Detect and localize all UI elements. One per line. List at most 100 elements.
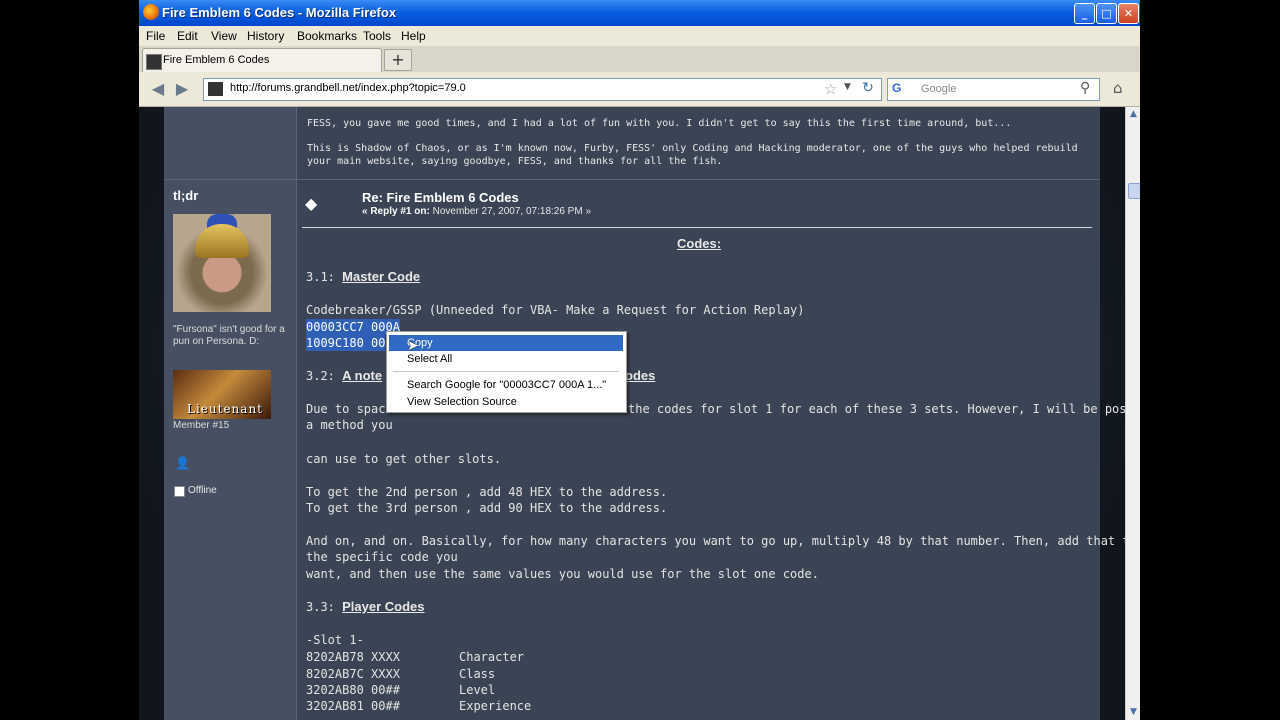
text-line: the codes for slot 1 for each of these 3…	[628, 402, 1125, 416]
menu-tools[interactable]: Tools	[363, 29, 391, 43]
code-description: Experience	[459, 699, 532, 713]
scroll-up-icon[interactable]: ▲	[1126, 107, 1140, 122]
menu-history[interactable]: History	[247, 29, 284, 43]
section-number: 3.2:	[306, 369, 335, 383]
menu-bar: File Edit View History Bookmarks Tools H…	[139, 26, 1140, 46]
reload-icon[interactable]: ↻	[858, 78, 878, 99]
context-menu: Copy Select All Search Google for "00003…	[386, 331, 627, 413]
reply-number: « Reply #1 on:	[362, 206, 430, 217]
text-line: a method you	[306, 418, 393, 432]
tab-bar: Fire Emblem 6 Codes +	[139, 46, 1140, 73]
section-title: Player Codes	[342, 599, 425, 614]
section-number: 3.1:	[306, 270, 335, 284]
vertical-scrollbar[interactable]: ▲ ▼	[1125, 107, 1140, 720]
menu-view[interactable]: View	[211, 29, 237, 43]
site-favicon-icon	[146, 54, 162, 70]
offline-status-icon	[174, 486, 185, 497]
url-dropdown-icon[interactable]: ▼	[844, 82, 851, 92]
search-placeholder: Google	[921, 83, 957, 95]
post-icon: ◆	[305, 194, 318, 213]
scroll-down-icon[interactable]: ▼	[1126, 705, 1140, 720]
navigation-toolbar: ◀ ▶ http://forums.grandbell.net/index.ph…	[139, 72, 1140, 107]
page-viewport: FESS, you gave me good times, and I had …	[139, 107, 1125, 720]
post-date: November 27, 2007, 07:18:26 PM »	[432, 206, 592, 217]
text-line: can use to get other slots.	[306, 452, 502, 466]
context-copy[interactable]: Copy	[389, 335, 623, 351]
code-description: Level	[459, 683, 496, 697]
poster-sidebar: tl;dr "Fursona" isn't good for a pun on …	[164, 180, 297, 720]
text-line: And on, and on. Basically, for how many …	[306, 534, 1125, 548]
url-bar[interactable]: http://forums.grandbell.net/index.php?to…	[203, 78, 882, 101]
member-number: Member #15	[173, 420, 230, 431]
slot-label: -Slot 1-	[306, 633, 364, 647]
mouse-cursor-icon: ➤	[407, 338, 419, 354]
previous-post: FESS, you gave me good times, and I had …	[164, 107, 1100, 180]
context-search-google[interactable]: Search Google for "00003CC7 000A 1..."	[389, 377, 623, 393]
menu-help[interactable]: Help	[401, 29, 426, 43]
section-3-3: 3.3: Player Codes	[306, 599, 425, 615]
forum-content: FESS, you gave me good times, and I had …	[164, 107, 1125, 720]
text-line: To get the 2nd person , add 48 HEX to th…	[306, 485, 668, 499]
menu-bookmarks[interactable]: Bookmarks	[297, 29, 357, 43]
maximize-button[interactable]: □	[1096, 3, 1117, 24]
code-row: 3202AB80 00## Level	[306, 682, 495, 698]
previous-post-paragraph: FESS, you gave me good times, and I had …	[307, 118, 1012, 129]
poster-motto: "Fursona" isn't good for a pun on Person…	[173, 324, 285, 347]
context-select-all[interactable]: Select All	[389, 351, 623, 367]
browser-window: Fire Emblem 6 Codes - Mozilla Firefox _ …	[139, 0, 1140, 720]
title-bar: Fire Emblem 6 Codes - Mozilla Firefox _ …	[139, 0, 1140, 26]
section-3-2: 3.2: A note	[306, 368, 382, 384]
rank-label: Lieutenant	[187, 402, 263, 416]
search-engine-icon[interactable]: G	[892, 81, 901, 95]
code-row: 8202AB78 XXXX Character	[306, 649, 524, 665]
home-icon[interactable]: ⌂	[1113, 79, 1123, 97]
text-line: Due to spac	[306, 402, 386, 416]
minimize-button[interactable]: _	[1074, 3, 1095, 24]
post-divider	[302, 227, 1092, 228]
search-icon[interactable]: ⚲	[1080, 80, 1090, 96]
code-description: Class	[459, 667, 496, 681]
poster-username[interactable]: tl;dr	[173, 188, 198, 203]
tab-fire-emblem[interactable]: Fire Emblem 6 Codes	[142, 48, 382, 73]
new-tab-button[interactable]: +	[384, 49, 412, 71]
forward-button[interactable]: ▶	[171, 78, 193, 100]
site-identity-icon[interactable]	[208, 82, 223, 96]
firefox-icon	[143, 4, 159, 20]
back-button[interactable]: ◀	[147, 78, 169, 100]
bookmark-star-icon[interactable]: ☆	[824, 80, 837, 98]
codebreaker-note: Codebreaker/GSSP (Unneeded for VBA- Make…	[306, 303, 805, 317]
post: ◆ Re: Fire Emblem 6 Codes « Reply #1 on:…	[302, 180, 1125, 720]
context-view-source[interactable]: View Selection Source	[389, 394, 623, 410]
text-line: want, and then use the same values you w…	[306, 567, 819, 581]
scrollbar-thumb[interactable]	[1128, 183, 1140, 199]
text-line: To get the 3rd person , add 90 HEX to th…	[306, 501, 668, 515]
tab-label: Fire Emblem 6 Codes	[163, 54, 270, 66]
avatar	[173, 214, 271, 312]
search-bar[interactable]: G Google ⚲	[887, 78, 1100, 101]
close-button[interactable]: ✕	[1118, 3, 1139, 24]
avatar-helmet	[195, 224, 249, 258]
section-title: Master Code	[342, 269, 421, 284]
codes-heading: Codes:	[677, 236, 722, 251]
menu-edit[interactable]: Edit	[177, 29, 198, 43]
code-value: 8202AB7C XXXX	[306, 667, 400, 681]
code-value: 8202AB78 XXXX	[306, 650, 400, 664]
section-number: 3.3:	[306, 600, 335, 614]
code-row: 3202AB81 00## Experience	[306, 698, 531, 714]
previous-post-sidebar	[164, 107, 297, 179]
code-description: Character	[459, 650, 525, 664]
code-row: 8202AB7C XXXX Class	[306, 666, 495, 682]
section-title-end: odes	[625, 368, 656, 383]
master-code-line-2[interactable]: 1009C180 00	[306, 335, 386, 351]
post-subject[interactable]: Re: Fire Emblem 6 Codes	[362, 190, 519, 205]
code-value: 3202AB80 00##	[306, 683, 400, 697]
previous-post-text: FESS, you gave me good times, and I had …	[307, 117, 1097, 180]
code-value: 3202AB81 00##	[306, 699, 400, 713]
profile-icon[interactable]: 👤	[175, 456, 190, 470]
url-text[interactable]: http://forums.grandbell.net/index.php?to…	[230, 82, 466, 94]
text-line: the specific code you	[306, 550, 458, 564]
rank-badge: Lieutenant	[173, 370, 271, 419]
menu-file[interactable]: File	[146, 29, 165, 43]
online-status: Offline	[188, 485, 217, 496]
window-title: Fire Emblem 6 Codes - Mozilla Firefox	[162, 5, 397, 20]
